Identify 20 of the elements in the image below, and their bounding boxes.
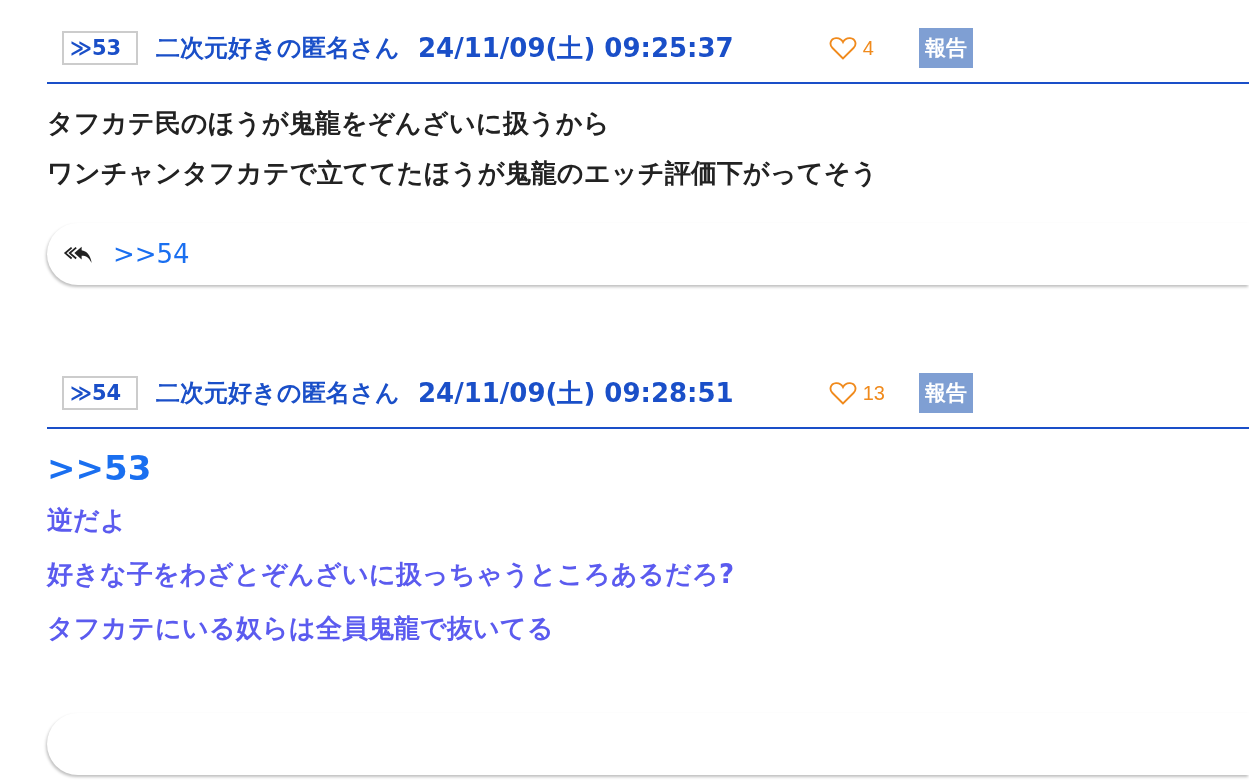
heart-icon — [828, 35, 857, 61]
post-text-line: ワンチャンタフカテで立ててたほうが鬼龍のエッチ評価下がってそう — [47, 157, 879, 190]
like-button[interactable]: 13 — [828, 380, 919, 406]
poster-name: 二次元好きの匿名さん — [156, 378, 400, 409]
post-text-line: 逆だよ — [47, 504, 128, 537]
report-button[interactable]: 報告 — [918, 373, 973, 413]
post-number-link[interactable]: ≫54 — [62, 376, 138, 410]
anchor-link[interactable]: >>53 — [47, 443, 1249, 493]
heart-icon — [828, 380, 857, 406]
post-text-line: 好きな子をわざとぞんざいに扱っちゃうところあるだろ? — [47, 558, 736, 591]
poster-name: 二次元好きの匿名さん — [156, 33, 400, 64]
reply-all-icon — [63, 244, 93, 264]
like-button[interactable]: 4 — [828, 35, 919, 61]
post-number-link[interactable]: ≫53 — [62, 31, 138, 65]
report-button[interactable]: 報告 — [918, 28, 973, 68]
reply-link[interactable]: >>54 — [113, 239, 190, 269]
post-date: 24/11/09(土) 09:28:51 — [418, 376, 734, 410]
post-text-line: タフカテにいる奴らは全員鬼龍で抜いてる — [47, 612, 555, 645]
post-date: 24/11/09(土) 09:25:37 — [418, 31, 734, 65]
post-text-line: タフカテ民のほうが鬼龍をぞんざいに扱うから — [47, 107, 611, 140]
